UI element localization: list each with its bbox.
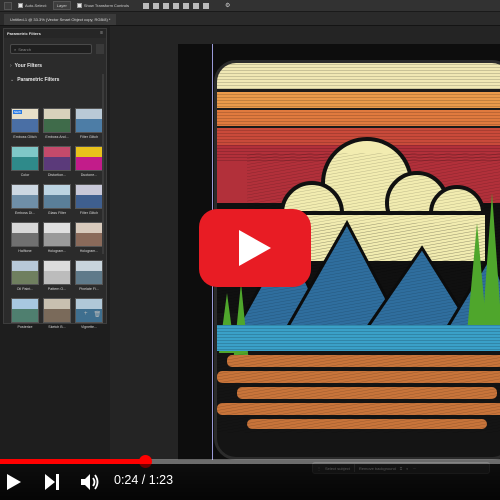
filter-thumbnail <box>11 146 39 171</box>
section-parametric-filters[interactable]: ⌄ Parametric Filters <box>10 77 59 83</box>
volume-icon[interactable] <box>80 472 100 492</box>
section-your-filters-label: Your Filters <box>14 63 43 69</box>
panel-scrollbar[interactable] <box>102 74 104 254</box>
filter-tile[interactable]: Glass Filter <box>43 184 71 218</box>
filter-thumbnail <box>43 146 71 171</box>
filter-thumbnail <box>43 298 71 323</box>
filter-tile[interactable]: Distortion... <box>43 146 71 180</box>
add-filter-icon[interactable]: + <box>84 311 88 318</box>
filter-tile-label: Posterize <box>17 325 33 329</box>
section-parametric-label: Parametric Filters <box>17 77 60 83</box>
filter-tile-label: Hologram... <box>79 249 99 253</box>
filter-tile-label: Emboss And... <box>45 135 69 139</box>
search-icon: ⌕ <box>14 46 17 52</box>
auto-select-checkbox[interactable]: Auto-Select: <box>18 3 47 8</box>
video-frame[interactable]: Auto-Select: Layer Show Transform Contro… <box>0 0 500 500</box>
panel-footer: + 🗑 <box>84 311 101 318</box>
filter-thumbnail <box>43 260 71 285</box>
filter-tile[interactable]: Sketch B... <box>43 298 71 332</box>
filter-thumbnail: NEW <box>11 108 39 133</box>
filter-thumbnail <box>75 184 103 209</box>
filter-tile-label: Pixelate Fi... <box>79 287 99 291</box>
filter-tile[interactable]: Posterize <box>11 298 39 332</box>
filter-thumbnail <box>43 108 71 133</box>
align-right-icon[interactable] <box>162 2 169 9</box>
filter-tile[interactable]: Duotone... <box>75 146 103 180</box>
filter-tile-label: Oil Paint... <box>16 287 34 291</box>
filter-tile[interactable]: Emboss And... <box>43 108 71 142</box>
time-display: 0:24 / 1:23 <box>114 473 174 487</box>
filter-tile-label: Color <box>20 173 30 177</box>
auto-select-label: Auto-Select: <box>25 3 47 8</box>
align-icons[interactable] <box>142 2 209 9</box>
filter-thumbnail <box>43 184 71 209</box>
filter-thumbnail <box>11 298 39 323</box>
filter-thumbnail <box>75 108 103 133</box>
align-bottom-icon[interactable] <box>192 2 199 9</box>
document-tab[interactable]: Untitled-1 @ 33.3% (Vector Smart Object … <box>4 14 117 25</box>
filter-tile[interactable]: NEW Emboss Glitch <box>11 108 39 142</box>
play-icon[interactable] <box>6 473 22 491</box>
filter-tile-label: Vignette... <box>80 325 98 329</box>
document-tab-bar: Untitled-1 @ 33.3% (Vector Smart Object … <box>0 12 500 26</box>
filter-thumbnail <box>11 184 39 209</box>
panel-title: Parametric Filters <box>7 31 41 36</box>
filter-tile-label: Emboss Di... <box>14 211 36 215</box>
panel-header: Parametric Filters ≡ <box>4 29 106 38</box>
align-center-icon[interactable] <box>152 2 159 9</box>
show-transform-checkbox[interactable]: Show Transform Controls <box>76 3 129 8</box>
distribute-icon[interactable] <box>202 2 209 9</box>
auto-select-dropdown[interactable]: Layer <box>52 1 71 10</box>
filter-tile-label: Halftone <box>18 249 32 253</box>
video-controls: 0:24 / 1:23 <box>0 464 500 500</box>
filter-tile-label: Glass Filter <box>47 211 67 215</box>
delete-filter-icon[interactable]: 🗑 <box>94 311 102 318</box>
filter-tile[interactable]: Color <box>11 146 39 180</box>
align-middle-icon[interactable] <box>182 2 189 9</box>
search-placeholder: Search <box>18 46 31 52</box>
filter-tile-label: Sketch B... <box>48 325 66 329</box>
filter-tile[interactable]: Filter Glitch <box>75 184 103 218</box>
filter-tile-label: Emboss Glitch <box>13 135 37 139</box>
settings-gear-icon[interactable]: ⚙ <box>225 2 230 9</box>
filter-tile-grid: NEW Emboss Glitch Emboss And... Filter Glit… <box>11 108 103 332</box>
filter-tile[interactable]: Halftone <box>11 222 39 256</box>
show-transform-label: Show Transform Controls <box>83 3 129 8</box>
section-your-filters[interactable]: › Your Filters <box>10 63 42 69</box>
filter-thumbnail <box>75 146 103 171</box>
filter-tile[interactable]: Pattern O... <box>43 260 71 294</box>
filter-tile-label: Filter Glitch <box>79 135 99 139</box>
filter-tile[interactable]: Hologram... <box>43 222 71 256</box>
chevron-right-icon: › <box>10 63 12 69</box>
filter-tile[interactable]: Filter Glitch <box>75 108 103 142</box>
parametric-filters-panel: Parametric Filters ≡ ⌕ Search › Your Fil… <box>3 28 107 329</box>
align-top-icon[interactable] <box>172 2 179 9</box>
filter-search-input[interactable]: ⌕ Search <box>10 44 92 54</box>
search-options-button[interactable] <box>96 44 104 54</box>
move-tool-icon[interactable] <box>4 1 12 10</box>
filter-thumbnail <box>11 260 39 285</box>
filter-tile-label: Filter Glitch <box>79 211 99 215</box>
filter-tile-label: Duotone... <box>80 173 98 177</box>
filter-thumbnail <box>43 222 71 247</box>
play-triangle-icon <box>239 230 271 266</box>
options-bar: Auto-Select: Layer Show Transform Contro… <box>0 0 500 12</box>
filter-tile[interactable]: Emboss Di... <box>11 184 39 218</box>
filter-tile-label: Hologram... <box>47 249 67 253</box>
filter-thumbnail <box>11 222 39 247</box>
new-badge: NEW <box>13 110 22 114</box>
filter-tile[interactable]: Pixelate Fi... <box>75 260 103 294</box>
filter-thumbnail <box>75 260 103 285</box>
filter-tile[interactable]: Hologram... <box>75 222 103 256</box>
align-left-icon[interactable] <box>142 2 149 9</box>
filter-tile-label: Distortion... <box>47 173 67 177</box>
filter-tile[interactable]: Oil Paint... <box>11 260 39 294</box>
filter-tile-label: Pattern O... <box>47 287 67 291</box>
chevron-down-icon: ⌄ <box>10 77 15 83</box>
next-video-icon[interactable] <box>44 473 60 491</box>
panel-menu-icon[interactable]: ≡ <box>100 30 103 36</box>
filter-thumbnail <box>75 222 103 247</box>
youtube-play-button[interactable] <box>199 209 311 287</box>
